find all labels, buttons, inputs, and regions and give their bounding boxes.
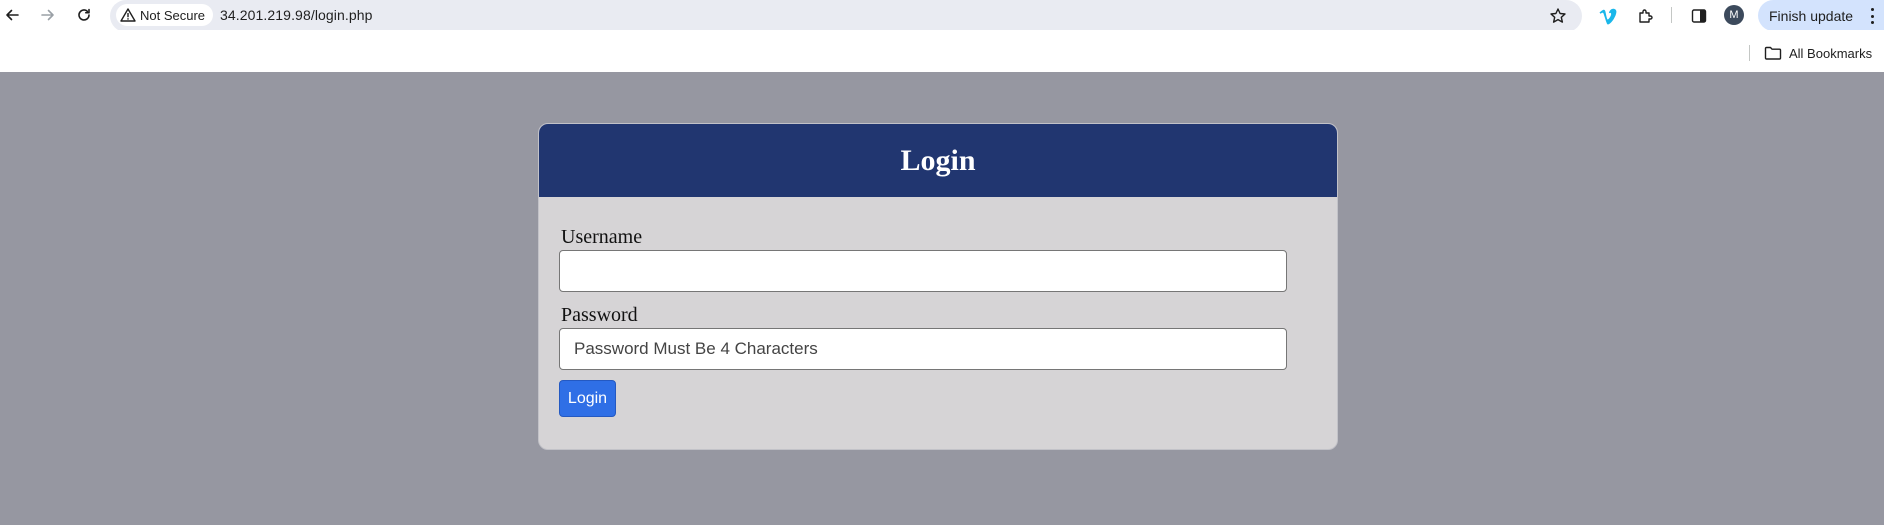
username-field[interactable]	[559, 250, 1287, 292]
username-label: Username	[561, 226, 643, 248]
toolbar-divider	[1671, 7, 1672, 23]
reload-button[interactable]	[72, 3, 96, 27]
back-button[interactable]	[0, 3, 24, 27]
reload-icon	[78, 8, 90, 21]
finish-update-button[interactable]: Finish update	[1758, 0, 1884, 31]
password-label: Password	[561, 304, 638, 326]
star-icon	[1550, 8, 1566, 23]
side-panel-icon	[1691, 9, 1707, 23]
browser-toolbar: Not Secure 34.201.219.98/login.php M Fin…	[0, 0, 1884, 32]
all-bookmarks-button[interactable]: All Bookmarks	[1764, 42, 1872, 64]
security-indicator[interactable]: Not Secure	[116, 4, 214, 26]
side-panel-button[interactable]	[1686, 3, 1712, 29]
vimeo-icon	[1599, 8, 1617, 25]
folder-icon	[1764, 46, 1782, 60]
page-viewport: Login Username Password Login	[0, 72, 1884, 525]
vimeo-extension-button[interactable]	[1595, 3, 1621, 29]
kebab-menu-icon[interactable]	[1870, 8, 1874, 24]
bookmarks-divider	[1749, 45, 1750, 61]
warning-triangle-icon	[120, 8, 136, 22]
puzzle-icon	[1639, 9, 1653, 23]
bookmarks-bar: All Bookmarks	[0, 30, 1884, 72]
address-bar[interactable]: Not Secure 34.201.219.98/login.php	[110, 0, 1582, 32]
page-title: Login	[900, 143, 976, 177]
bookmark-star-button[interactable]	[1545, 3, 1571, 29]
login-card-header: Login	[539, 124, 1337, 197]
all-bookmarks-label: All Bookmarks	[1789, 45, 1873, 61]
login-button[interactable]: Login	[559, 380, 616, 417]
profile-avatar[interactable]: M	[1724, 5, 1744, 25]
forward-button[interactable]	[36, 3, 60, 27]
security-label: Not Secure	[140, 7, 206, 23]
login-card: Login Username Password Login	[538, 123, 1338, 450]
url-text[interactable]: 34.201.219.98/login.php	[220, 7, 373, 23]
forward-arrow-icon	[41, 9, 54, 21]
extensions-button[interactable]	[1633, 3, 1659, 29]
back-arrow-icon	[6, 9, 19, 21]
login-form: Username Password Login	[539, 197, 1337, 417]
finish-update-label: Finish update	[1769, 7, 1854, 24]
password-field[interactable]	[559, 328, 1287, 370]
